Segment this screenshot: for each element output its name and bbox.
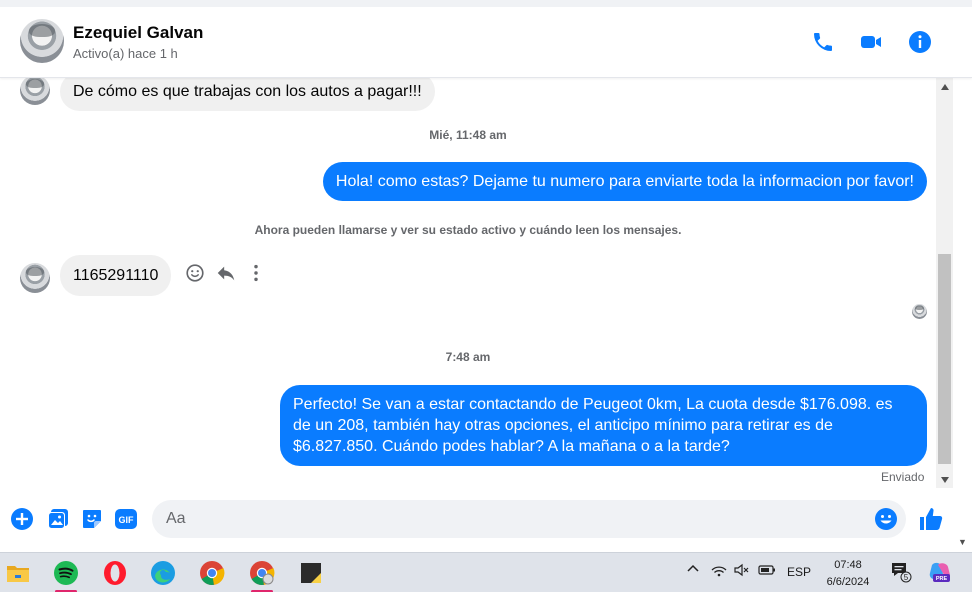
volume-muted-icon[interactable]	[734, 562, 750, 581]
windows-taskbar: ESP 07:48 6/6/2024 5 PRE	[0, 552, 972, 592]
gif-label: GIF	[119, 515, 135, 525]
notification-count: 5	[904, 573, 909, 582]
file-explorer-icon[interactable]	[4, 559, 32, 587]
contact-name[interactable]: Ezequiel Galvan	[73, 23, 203, 43]
sticky-notes-icon[interactable]	[297, 559, 325, 587]
sent-status: Enviado	[881, 470, 925, 484]
clock-date: 6/6/2024	[826, 576, 870, 588]
sender-avatar[interactable]	[20, 263, 50, 293]
message-list[interactable]: De cómo es que trabajas con los autos a …	[0, 72, 936, 490]
chrome-icon[interactable]	[198, 559, 226, 587]
phone-icon[interactable]	[811, 30, 835, 54]
spotify-icon[interactable]	[52, 559, 80, 592]
contact-status: Activo(a) hace 1 h	[73, 46, 178, 61]
page-scroll-gutter	[953, 78, 972, 552]
read-receipt-avatar	[912, 304, 927, 319]
system-notice: Ahora pueden llamarse y ver su estado ac…	[254, 223, 682, 237]
sticker-icon[interactable]	[80, 507, 104, 531]
thumbs-up-icon[interactable]	[918, 506, 944, 532]
notifications-icon[interactable]: 5	[890, 561, 912, 586]
battery-icon[interactable]	[758, 562, 776, 581]
system-clock[interactable]: 07:48 6/6/2024	[818, 557, 878, 591]
chrome-profile-icon[interactable]	[248, 559, 276, 592]
window-top-strip	[0, 0, 972, 7]
scroll-down-arrow[interactable]	[936, 471, 953, 488]
input-language[interactable]: ESP	[787, 565, 811, 579]
message-timestamp: Mié, 11:48 am	[429, 128, 507, 142]
message-scrollbar[interactable]	[936, 78, 953, 488]
gif-icon[interactable]: GIF	[114, 507, 138, 531]
message-timestamp: 7:48 am	[445, 350, 491, 364]
show-hidden-icons-icon[interactable]	[686, 562, 700, 579]
info-icon[interactable]	[908, 30, 932, 54]
reply-icon[interactable]	[215, 262, 237, 284]
sender-avatar[interactable]	[20, 75, 50, 105]
copilot-icon[interactable]: PRE	[928, 561, 952, 586]
react-emoji-icon[interactable]	[184, 262, 206, 284]
scroll-up-arrow[interactable]	[936, 78, 953, 95]
photo-icon[interactable]	[46, 507, 70, 531]
copilot-badge: PRE	[936, 576, 948, 582]
outgoing-message[interactable]: Perfecto! Se van a estar contactando de …	[280, 385, 927, 466]
scrollbar-thumb[interactable]	[938, 254, 951, 464]
opera-icon[interactable]	[101, 559, 129, 587]
conversation-header: Ezequiel Galvan Activo(a) hace 1 h	[0, 0, 972, 78]
wifi-icon[interactable]	[711, 562, 727, 581]
add-circle-icon[interactable]	[10, 507, 34, 531]
emoji-icon[interactable]	[874, 507, 898, 531]
message-composer: GIF	[0, 490, 953, 552]
incoming-message[interactable]: 1165291110	[60, 255, 172, 296]
clock-time: 07:48	[834, 559, 862, 571]
contact-avatar[interactable]	[20, 19, 64, 63]
message-input[interactable]	[152, 500, 906, 538]
page-scroll-down-arrow[interactable]: ▼	[958, 537, 967, 547]
outgoing-message[interactable]: Hola! como estas? Dejame tu numero para …	[322, 162, 927, 201]
more-options-icon[interactable]	[245, 262, 267, 284]
edge-icon[interactable]	[149, 559, 177, 587]
video-camera-icon[interactable]	[859, 30, 883, 54]
